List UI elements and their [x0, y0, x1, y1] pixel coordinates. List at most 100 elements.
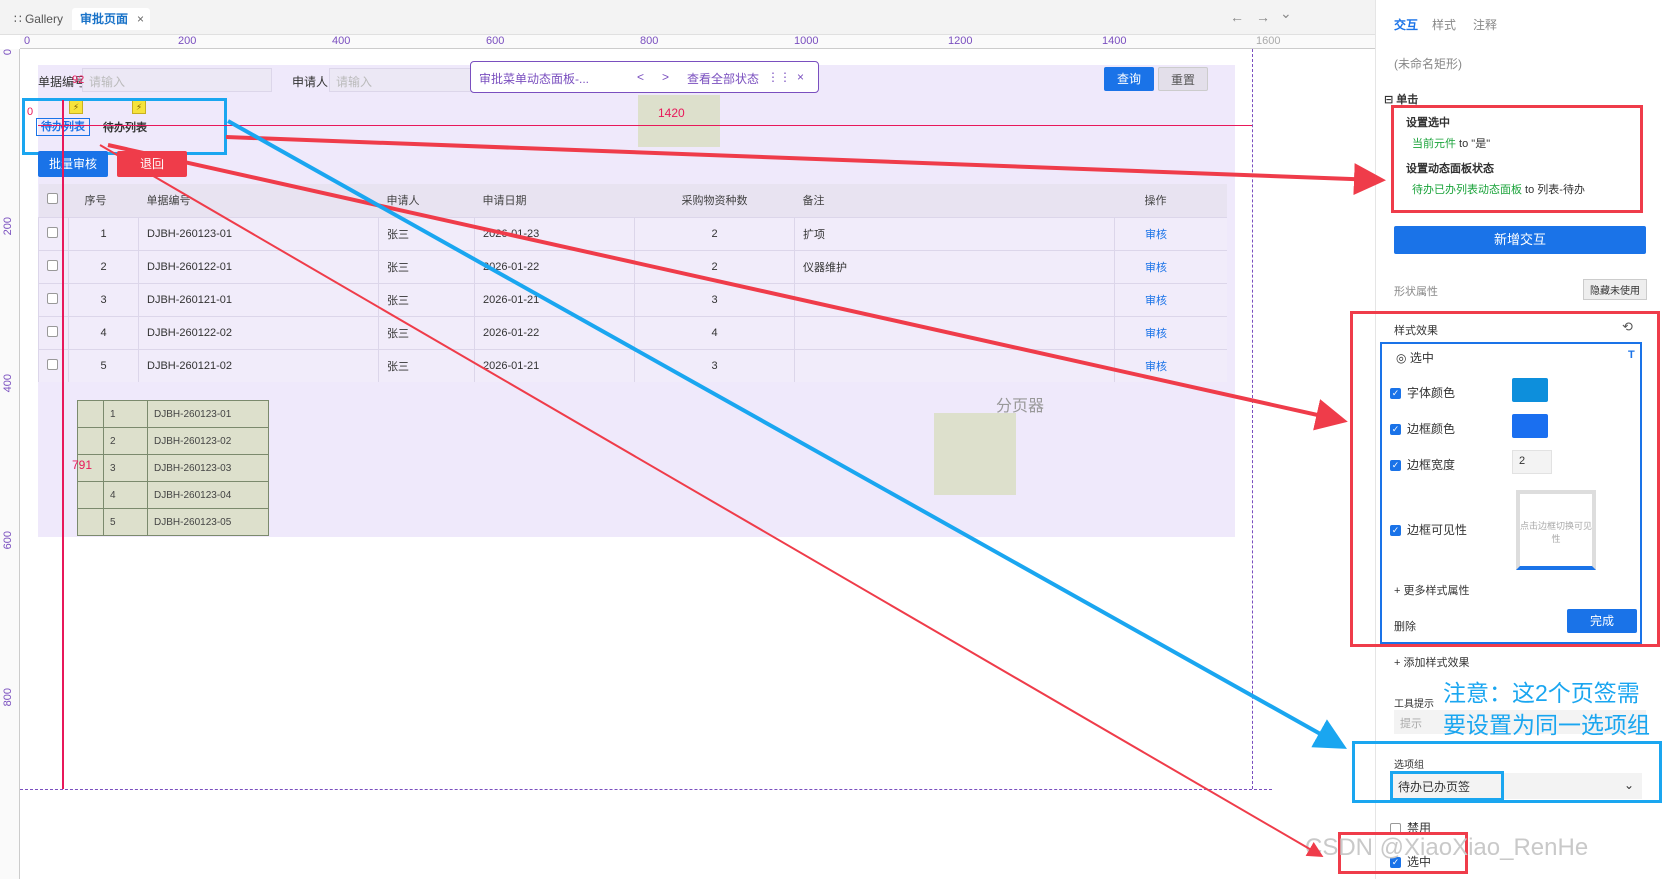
approve-link[interactable]: 审核: [1114, 282, 1227, 316]
ruler-label: 200: [178, 35, 197, 47]
row-checkbox[interactable]: [38, 282, 69, 316]
dynamic-panel-name[interactable]: 审批菜单动态面板-...: [479, 70, 589, 87]
delete-link[interactable]: 删除: [1394, 618, 1416, 634]
list-item: 5 DJBH-260123-05: [77, 508, 269, 536]
cell-remark: [794, 348, 1115, 382]
tab-interaction[interactable]: 交互: [1394, 16, 1418, 33]
return-button[interactable]: 退回: [117, 151, 187, 177]
reset-button[interactable]: 重置: [1158, 67, 1208, 91]
chevron-left-icon[interactable]: <: [637, 70, 644, 84]
row-checkbox[interactable]: [38, 249, 69, 283]
selected-state-row[interactable]: ◎ 选中: [1396, 349, 1434, 366]
cell-remark: [794, 282, 1115, 316]
forward-arrow-icon[interactable]: →: [1256, 9, 1270, 25]
checkbox-checked-icon[interactable]: ✓: [1390, 388, 1401, 400]
table-header: 序号 单据编号 申请人 申请日期 采购物资种数 备注 操作: [38, 184, 1227, 218]
tab-approval-page[interactable]: 审批页面 ×: [72, 8, 151, 30]
new-interaction-button[interactable]: 新增交互: [1394, 226, 1646, 254]
list-spacer: [77, 481, 104, 509]
ruler-top: 0 200 400 600 800 1000 1200 1400 1600: [20, 35, 1375, 49]
tab-approval-label: 审批页面: [80, 12, 129, 26]
ruler-left: 0 200 400 600 800: [0, 49, 20, 879]
inspector-panel: 交互 样式 注释 (未命名矩形) ⊟ 单击 设置选中 当前元件 to "是" 设…: [1338, 0, 1663, 879]
border-width-input[interactable]: 2: [1512, 450, 1552, 474]
style-effects-title: 样式效果: [1394, 325, 1438, 337]
ruler-label: 400: [2, 374, 14, 393]
list-doc-number: DJBH-260123-05: [147, 508, 269, 536]
cell-date: 2026-01-21: [474, 348, 635, 382]
approve-link[interactable]: 审核: [1114, 216, 1227, 250]
cell-applicant: 张三: [378, 282, 475, 316]
ruler-label: 1600: [1256, 35, 1281, 47]
table-row[interactable]: 1 DJBH-260123-01 张三 2026-01-23 2 扩项 审核: [38, 216, 1227, 250]
tab-strip: ∷ Gallery 审批页面 × ← → ⌄: [0, 0, 1375, 35]
table-row[interactable]: 5 DJBH-260121-02 张三 2026-01-21 3 审核: [38, 348, 1227, 382]
cell-doc-number: DJBH-260122-01: [138, 249, 379, 283]
cell-date: 2026-01-22: [474, 315, 635, 349]
select-all-checkbox[interactable]: [38, 184, 69, 218]
guide-line: [62, 100, 64, 789]
tab-notes[interactable]: 注释: [1473, 16, 1497, 33]
grid-icon[interactable]: ⋮⋮: [767, 70, 791, 84]
border-visible-label: 边框可见性: [1407, 523, 1468, 537]
batch-approve-button[interactable]: 批量审核: [38, 151, 108, 177]
tab-style[interactable]: 样式: [1432, 16, 1456, 33]
hide-unused-button[interactable]: 隐藏未使用: [1583, 279, 1647, 300]
chevron-right-icon[interactable]: >: [662, 70, 669, 84]
approve-link[interactable]: 审核: [1114, 315, 1227, 349]
text-icon[interactable]: T: [1628, 349, 1635, 361]
cell-count: 2: [634, 216, 795, 250]
action-title[interactable]: 设置选中: [1406, 114, 1450, 130]
border-width-row[interactable]: ✓ 边框宽度: [1390, 456, 1455, 473]
row-checkbox[interactable]: [38, 348, 69, 382]
tab-gallery[interactable]: ∷ Gallery: [6, 8, 71, 30]
doc-number-input[interactable]: 请输入: [82, 68, 272, 92]
list-spacer: [77, 427, 104, 455]
guide-line: [20, 789, 1272, 790]
row-checkbox[interactable]: [38, 216, 69, 250]
cell-count: 2: [634, 249, 795, 283]
chevron-down-icon[interactable]: ⌄: [1280, 5, 1292, 22]
checkbox-checked-icon[interactable]: ✓: [1390, 460, 1401, 472]
cell-count: 3: [634, 282, 795, 316]
col-header: 操作: [1114, 184, 1227, 218]
done-button[interactable]: 完成: [1567, 609, 1637, 633]
border-color-row[interactable]: ✓ 边框颜色: [1390, 420, 1455, 437]
close-icon[interactable]: ×: [137, 8, 144, 30]
approval-table: 序号 单据编号 申请人 申请日期 采购物资种数 备注 操作 1 DJBH-2601…: [38, 184, 1227, 382]
view-all-states-button[interactable]: 查看全部状态: [687, 70, 759, 87]
approve-link[interactable]: 审核: [1114, 348, 1227, 382]
back-arrow-icon[interactable]: ←: [1230, 9, 1244, 25]
border-color-swatch[interactable]: [1512, 414, 1548, 438]
refresh-icon[interactable]: ⟲: [1622, 319, 1633, 335]
table-row[interactable]: 2 DJBH-260122-01 张三 2026-01-22 2 仪器维护 审核: [38, 249, 1227, 283]
border-color-label: 边框颜色: [1407, 422, 1456, 436]
font-color-row[interactable]: ✓ 字体颜色: [1390, 384, 1455, 401]
font-color-swatch[interactable]: [1512, 378, 1548, 402]
approve-link[interactable]: 审核: [1114, 249, 1227, 283]
row-checkbox[interactable]: [38, 315, 69, 349]
action-title[interactable]: 设置动态面板状态: [1406, 160, 1494, 176]
ruler-label: 200: [2, 217, 14, 236]
border-visibility-toggle[interactable]: 点击边框切换可见性: [1516, 490, 1596, 570]
col-header: 单据编号: [138, 184, 379, 218]
ruler-label: 600: [486, 35, 505, 47]
more-styles-link[interactable]: + 更多样式属性: [1394, 582, 1469, 598]
border-visible-row[interactable]: ✓ 边框可见性: [1390, 521, 1467, 538]
table-row[interactable]: 4 DJBH-260122-02 张三 2026-01-22 4 审核: [38, 315, 1227, 349]
cell-index: 3: [68, 282, 139, 316]
cell-doc-number: DJBH-260121-02: [138, 348, 379, 382]
shape-name[interactable]: (未命名矩形): [1394, 55, 1462, 72]
close-icon[interactable]: ×: [797, 70, 804, 84]
action-value: to "是": [1456, 138, 1491, 150]
query-button[interactable]: 查询: [1104, 67, 1154, 91]
pager-placeholder[interactable]: [934, 413, 1016, 495]
checkbox-checked-icon[interactable]: ✓: [1390, 525, 1401, 537]
cell-remark: [794, 315, 1115, 349]
table-row[interactable]: 3 DJBH-260121-01 张三 2026-01-21 3 审核: [38, 282, 1227, 316]
list-item: 2 DJBH-260123-02: [77, 427, 269, 455]
checkbox-checked-icon[interactable]: ✓: [1390, 424, 1401, 436]
add-style-effect-link[interactable]: + 添加样式效果: [1394, 654, 1469, 670]
ruler-label: 1400: [1102, 35, 1127, 47]
action-detail: 待办已办列表动态面板 to 列表-待办: [1412, 181, 1585, 197]
